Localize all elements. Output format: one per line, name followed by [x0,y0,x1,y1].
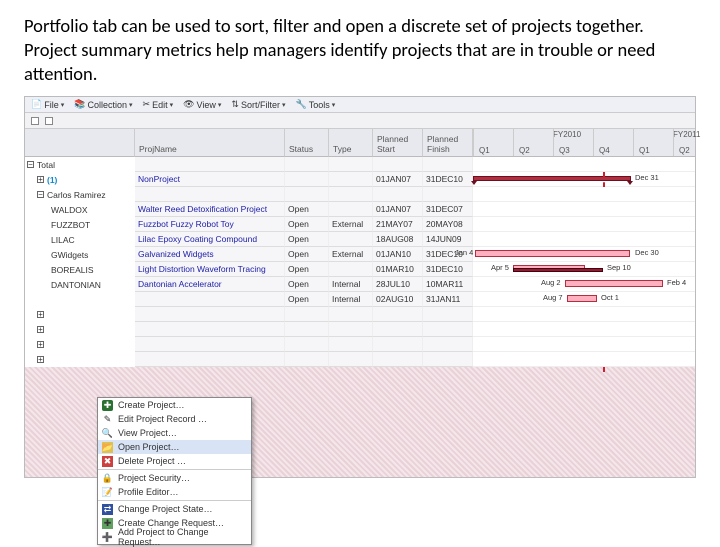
tree-fuzzbot[interactable]: FUZZBOT [25,217,135,232]
menu-add-to-change-request[interactable]: ➕Add Project to Change Request… [98,530,251,544]
profile-icon: 📝 [102,487,113,498]
slide-caption: Portfolio tab can be used to sort, filte… [24,14,696,86]
col-planned-start[interactable]: Planned Start [373,129,423,157]
edit-icon: ✎ [102,414,113,425]
delete-icon: ✖ [102,456,113,467]
file-menu[interactable]: 📄 File ▾ [31,99,64,110]
gantt-row-total [473,157,695,172]
menu-create-project[interactable]: ✚Create Project… [98,398,251,412]
menu-change-project-state[interactable]: ⇄Change Project State… [98,502,251,516]
gantt-row-nonproject: Dec 31 [473,172,695,187]
edit-menu[interactable]: ✂ Edit ▾ [143,99,174,110]
gantt-row-gwidgets: Jan 4 Dec 30 [473,247,695,262]
tools-menu[interactable]: 🔧 Tools ▾ [295,99,335,110]
col-projname[interactable]: ProjName [135,129,285,157]
tree-gwidgets[interactable]: GWidgets [25,247,135,262]
tree-last[interactable] [25,292,135,307]
portfolio-app-window: 📄 File ▾ 📚 Collection ▾ ✂ Edit ▾ 👁 View … [24,96,696,478]
project-grid: ProjName Status Type Planned Start Plann… [25,129,695,367]
open-icon: 📂 [102,442,113,453]
menu-view-project[interactable]: 🔍View Project… [98,426,251,440]
col-tree[interactable] [25,129,135,157]
gantt-row-last: Aug 7 Oct 1 [473,292,695,307]
sortfilter-menu[interactable]: ⇅ Sort/Filter ▾ [231,99,285,110]
security-icon: 🔒 [102,473,113,484]
create-icon: ✚ [102,400,113,411]
add-change-icon: ➕ [102,532,113,543]
collection-menu[interactable]: 📚 Collection ▾ [74,99,132,110]
sub-toolbar [25,113,695,129]
tree-dantonian[interactable]: DANTONIAN [25,277,135,292]
menu-project-security[interactable]: 🔒Project Security… [98,471,251,485]
menu-edit-project-record[interactable]: ✎Edit Project Record … [98,412,251,426]
gantt-row-borealis: Apr 5 Sep 10 [473,262,695,277]
tree-waldox[interactable]: WALDOX [25,202,135,217]
change-request-icon: ✚ [102,518,113,529]
toolbar-toggle-1[interactable] [31,117,39,125]
state-icon: ⇄ [102,504,113,515]
menu-delete-project[interactable]: ✖Delete Project … [98,454,251,468]
menu-open-project[interactable]: 📂Open Project… [98,440,251,454]
view-icon: 🔍 [102,428,113,439]
view-menu[interactable]: 👁 View ▾ [183,99,221,110]
menu-profile-editor[interactable]: 📝Profile Editor… [98,485,251,499]
col-type[interactable]: Type [329,129,373,157]
col-status[interactable]: Status [285,129,329,157]
tree-owner[interactable]: −Carlos Ramirez [25,187,135,202]
project-context-menu: ✚Create Project… ✎Edit Project Record … … [97,397,252,545]
main-toolbar: 📄 File ▾ 📚 Collection ▾ ✂ Edit ▾ 👁 View … [25,97,695,113]
col-planned-finish[interactable]: Planned Finish [423,129,473,157]
tree-borealis[interactable]: BOREALIS [25,262,135,277]
timeline-header: FY2010 FY2011 Q1 Q2 Q3 Q4 Q1 Q2 [473,129,695,157]
tree-group-1[interactable]: +(1) [25,172,135,187]
toolbar-toggle-2[interactable] [45,117,53,125]
tree-total[interactable]: −Total [25,157,135,172]
tree-lilac[interactable]: LILAC [25,232,135,247]
gantt-row-dantonian: Aug 2 Feb 4 [473,277,695,292]
